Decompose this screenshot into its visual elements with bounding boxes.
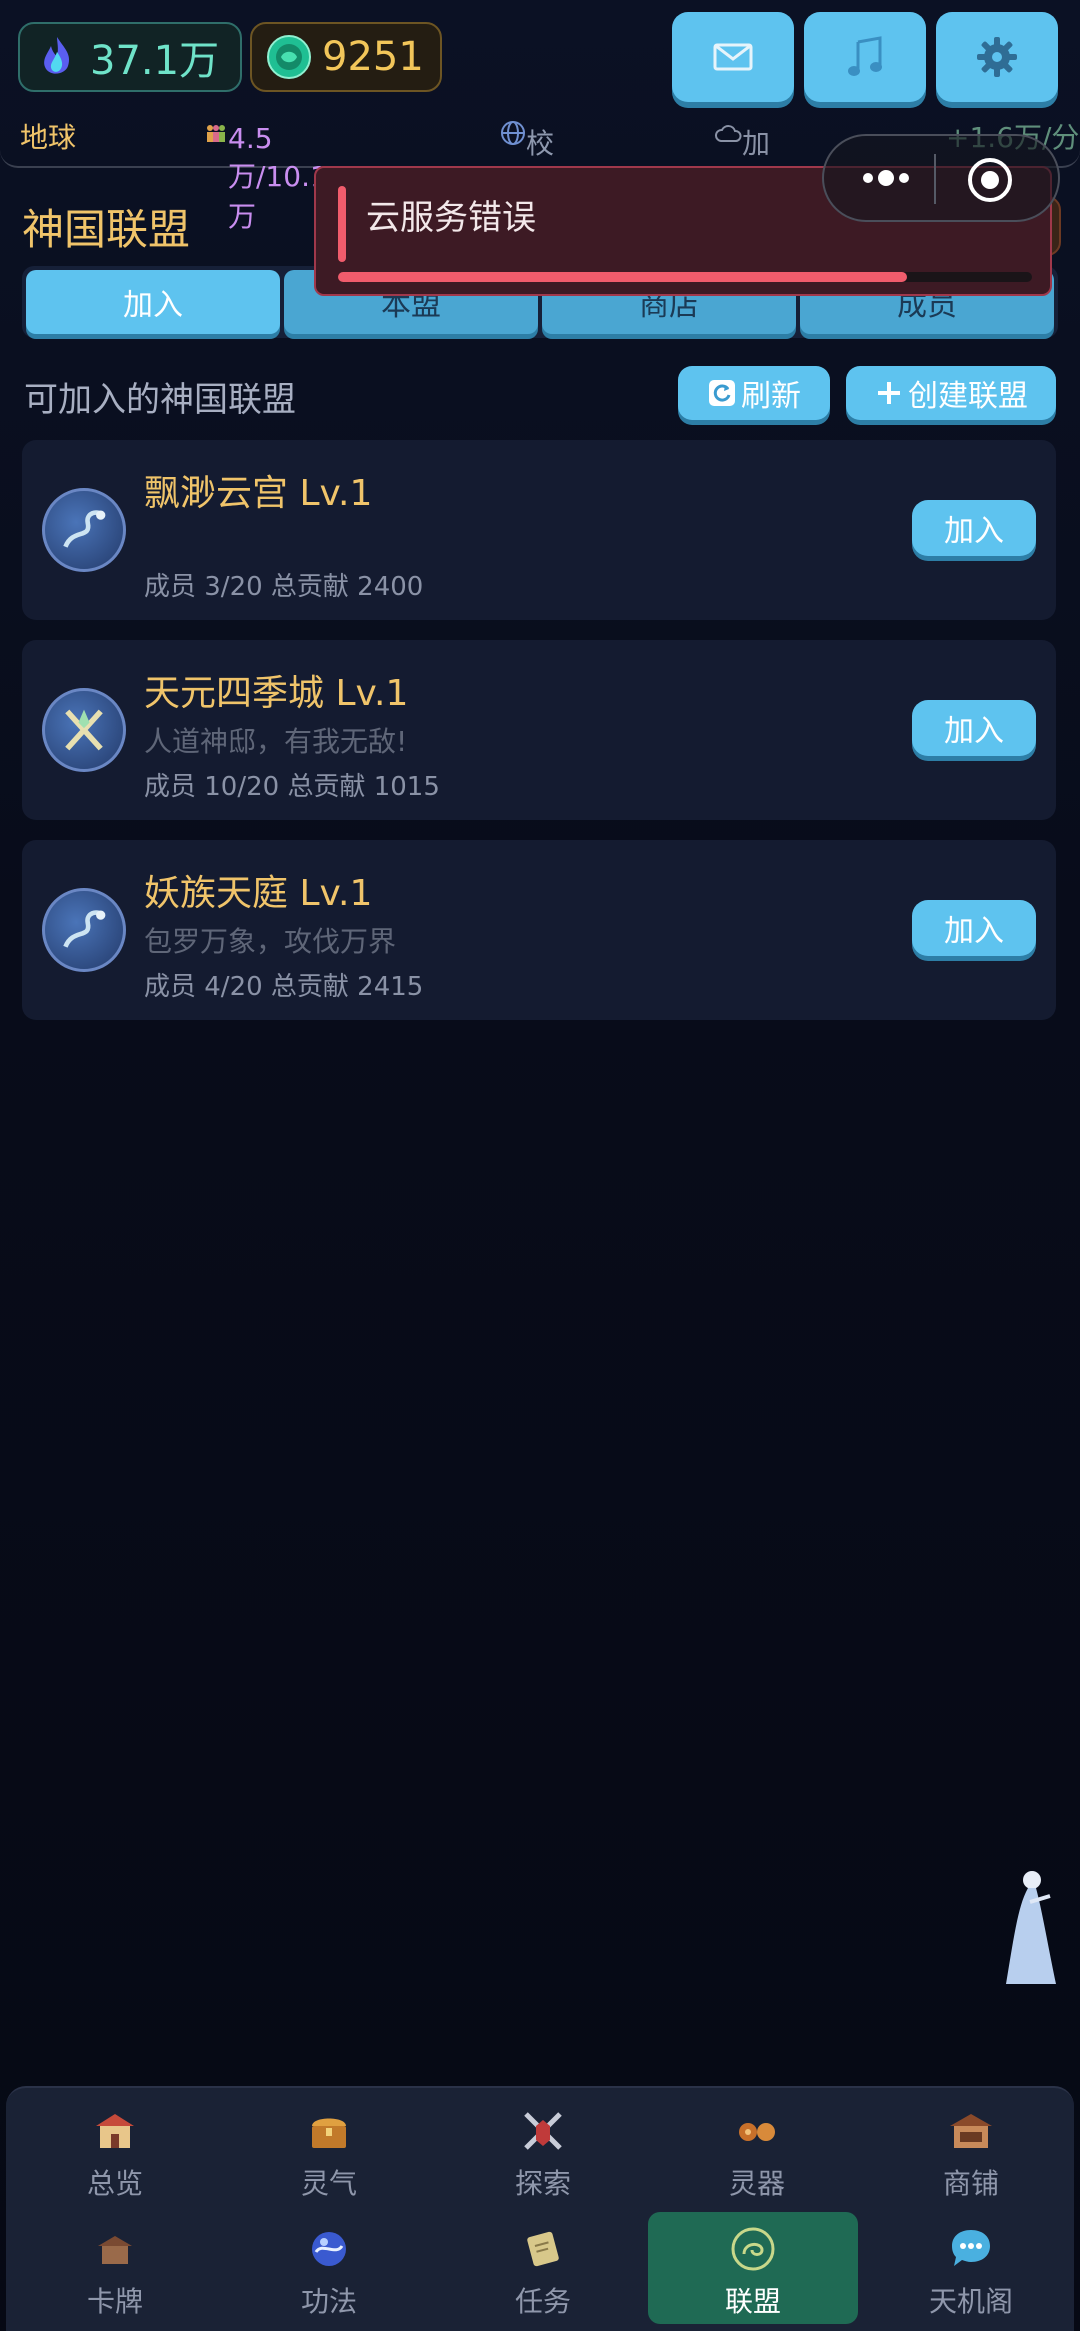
nav-label: 联盟 [724,2285,781,2318]
alliance-name: 妖族天庭 Lv.1 [144,873,373,914]
alliance-stats: 成员 4/20 总贡献 2415 [144,972,424,1002]
people-icon [207,125,225,142]
music-button[interactable] [804,12,926,102]
mana-counter: 37.1万 [18,22,242,92]
alliance-card: 天元四季城 Lv.1 人道神邸，有我无敌! 成员 10/20 总贡献 1015 … [22,640,1056,820]
alliance-card: 飘渺云宫 Lv.1 成员 3/20 总贡献 2400 加入 [22,440,1056,620]
verify-status: 校验中 [500,116,554,240]
dragon-emblem-icon [42,488,126,572]
cloud-status: 加载中... [714,116,797,240]
close-target-icon[interactable] [966,156,1014,204]
shop-icon [950,2114,992,2148]
toast-progress-track [338,272,1032,282]
mail-button[interactable] [672,12,794,102]
nav-item-artifacts[interactable]: 灵器 [652,2094,862,2206]
nav-label: 卡牌 [86,2285,143,2318]
scroll-icon [527,2231,559,2267]
spirit-flame-icon [44,37,70,74]
planet-label: 地球 [20,121,77,154]
alliance-card: 妖族天庭 Lv.1 包罗万象，攻伐万界 成员 4/20 总贡献 2415 加入 [22,840,1056,1020]
music-note-icon [848,36,882,76]
page-title: 神国联盟 [22,205,191,254]
nav-item-overview[interactable]: 总览 [10,2094,220,2206]
toast-accent-bar [338,186,346,262]
nav-item-techniques[interactable]: 功法 [224,2212,434,2324]
coin-value: 9251 [322,34,424,80]
jade-coin-icon [267,35,311,79]
toast-progress-fill [338,272,908,282]
alliance-motto: 人道神邸，有我无敌! [144,725,408,758]
population-value: 4.5万/10.1万 [228,122,328,233]
chat-bubble-icon [952,2230,990,2266]
nav-item-cards[interactable]: 卡牌 [10,2212,220,2324]
alliance-stats: 成员 10/20 总贡献 1015 [144,772,440,802]
artifacts-icon [739,2123,775,2141]
nav-item-alliance[interactable]: 联盟 [648,2212,858,2324]
nav-item-tianjige[interactable]: 天机阁 [866,2212,1076,2324]
nav-label: 商铺 [942,2167,999,2200]
nav-label: 功法 [300,2285,357,2318]
tab-join[interactable]: 加入 [26,270,280,334]
nav-label: 总览 [86,2167,143,2200]
mana-value: 37.1万 [90,38,220,84]
crossed-swords-icon [524,2112,562,2150]
mini-program-capsule [822,134,1060,222]
bottom-navigation: 总览 灵气 探索 灵器 商铺 卡牌 功法 任务 联盟 天机阁 [6,2086,1074,2331]
dragon-emblem-icon [42,888,126,972]
nav-label: 任务 [514,2285,571,2318]
nav-label: 灵器 [728,2167,785,2200]
join-button[interactable]: 加入 [912,700,1036,756]
chest-icon [312,2118,346,2148]
population-counter: 4.5万/10.1万 [204,116,328,233]
alliance-icon [731,2227,775,2271]
cards-icon [98,2236,132,2264]
orb-icon [312,2232,346,2266]
nav-label: 天机阁 [928,2285,1013,2318]
coin-counter: 9251 [250,22,442,92]
mail-icon [713,43,753,71]
alliance-motto: 包罗万象，攻伐万界 [144,925,397,958]
alliance-name: 天元四季城 Lv.1 [144,673,409,714]
nav-item-tasks[interactable]: 任务 [438,2212,648,2324]
toast-message: 云服务错误 [366,198,536,238]
settings-button[interactable] [936,12,1058,102]
nav-label: 灵气 [300,2167,357,2200]
cloud-icon [715,125,742,142]
join-button[interactable]: 加入 [912,900,1036,956]
alliance-name: 飘渺云宫 Lv.1 [144,473,373,514]
nav-item-explore[interactable]: 探索 [438,2094,648,2206]
capsule-divider [934,154,936,204]
palace-icon [96,2114,134,2148]
refresh-label: 刷新 [741,379,801,414]
join-button[interactable]: 加入 [912,500,1036,556]
create-alliance-button[interactable]: 创建联盟 [846,366,1056,420]
refresh-button[interactable]: 刷新 [678,366,830,420]
gear-icon [977,37,1017,77]
plus-icon [878,382,900,404]
crossed-swords-emblem-icon [42,688,126,772]
refresh-icon [709,380,735,406]
nav-label: 探索 [514,2167,571,2200]
more-dots-icon[interactable] [856,158,916,198]
floating-assistant-icon[interactable] [1000,1866,1060,1990]
create-alliance-label: 创建联盟 [908,379,1028,414]
nav-item-spirit[interactable]: 灵气 [224,2094,434,2206]
section-title: 可加入的神国联盟 [24,380,296,420]
alliance-stats: 成员 3/20 总贡献 2400 [144,572,424,602]
globe-icon [501,121,525,145]
nav-item-shop[interactable]: 商铺 [866,2094,1076,2206]
